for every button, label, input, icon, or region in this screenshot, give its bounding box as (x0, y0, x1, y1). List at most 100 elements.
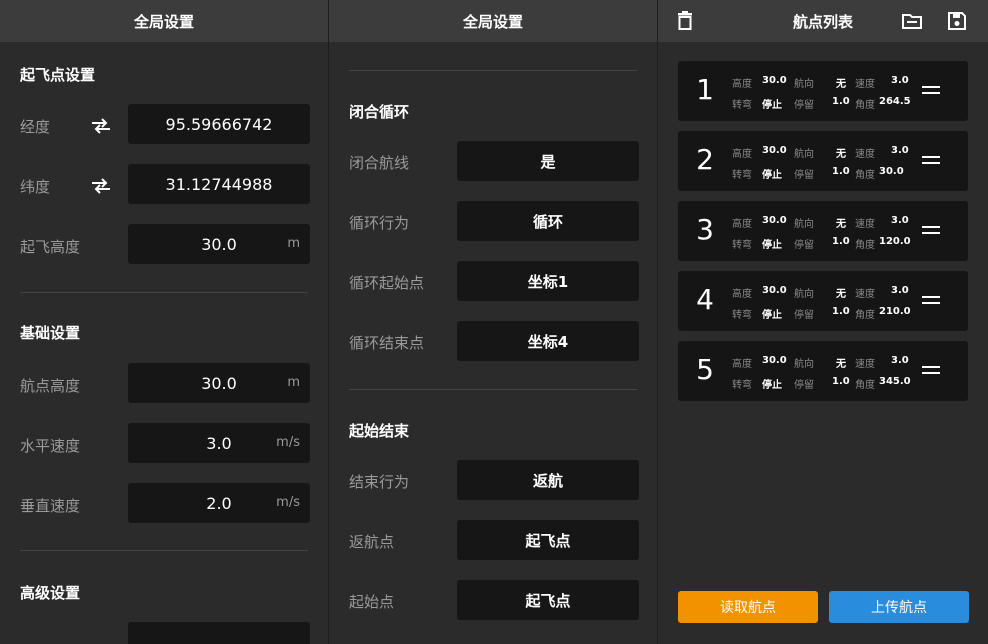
turn-value: 停止 (762, 170, 782, 181)
angle-value: 345.0 (879, 376, 911, 387)
section-takeoff: 起飞点设置 (20, 66, 96, 84)
angle-label: 角度 (855, 100, 875, 111)
heading-value: 无 (836, 359, 846, 370)
unit-label: m/s (276, 435, 300, 450)
drag-handle-icon[interactable] (922, 226, 940, 236)
loop-end-label: 循环结束点 (349, 334, 425, 352)
horizontal-speed-input[interactable]: 3.0 m/s (128, 423, 310, 463)
unit-label: m/s (276, 495, 300, 510)
drag-handle-icon[interactable] (922, 366, 940, 376)
hover-value: 1.0 (832, 96, 850, 107)
heading-label: 航向 (794, 359, 814, 370)
angle-value: 264.5 (879, 96, 911, 107)
takeoff-altitude-label: 起飞高度 (20, 238, 81, 256)
folder-icon[interactable] (901, 10, 923, 32)
height-label: 高度 (732, 219, 752, 230)
advanced-field-partial[interactable] (128, 622, 310, 644)
upload-waypoints-button[interactable]: 上传航点 (829, 591, 969, 623)
loop-start-label: 循环起始点 (349, 274, 425, 292)
return-point-label: 返航点 (349, 533, 395, 551)
waypoint-number: 4 (696, 283, 714, 316)
turn-value: 停止 (762, 310, 782, 321)
drag-handle-icon[interactable] (922, 296, 940, 306)
speed-label: 速度 (855, 289, 875, 300)
drag-handle-icon[interactable] (922, 156, 940, 166)
turn-value: 停止 (762, 240, 782, 251)
waypoint-altitude-value: 30.0 (201, 373, 237, 393)
turn-label: 转弯 (732, 240, 752, 251)
heading-value: 无 (836, 149, 846, 160)
waypoint-item[interactable]: 2 高度 30.0 航向 无速度 3.0 转弯 停止 停留 1.0 角度 30.0 (678, 131, 968, 191)
waypoint-number: 2 (696, 143, 714, 176)
return-point-select[interactable]: 起飞点 (457, 520, 639, 560)
speed-value: 3.0 (891, 145, 909, 156)
waypoint-altitude-label: 航点高度 (20, 377, 81, 395)
height-label: 高度 (732, 289, 752, 300)
height-value: 30.0 (762, 285, 787, 296)
horizontal-speed-label: 水平速度 (20, 437, 81, 455)
loop-behavior-select[interactable]: 循环 (457, 201, 639, 241)
closed-route-select[interactable]: 是 (457, 141, 639, 181)
section-advanced: 高级设置 (20, 584, 81, 602)
panel-title: 全局设置 (462, 12, 523, 31)
closed-route-label: 闭合航线 (349, 154, 410, 172)
read-waypoints-button[interactable]: 读取航点 (678, 591, 818, 623)
start-point-select[interactable]: 起飞点 (457, 580, 639, 620)
swap-icon[interactable] (90, 117, 112, 135)
swap-icon[interactable] (90, 177, 112, 195)
trash-icon[interactable] (674, 10, 696, 32)
turn-label: 转弯 (732, 380, 752, 391)
global-settings-panel-middle: 全局设置 闭合循环 闭合航线 是 循环行为 循环 循环起始点 坐标1 循环结束点… (328, 0, 657, 644)
unit-label: m (287, 236, 300, 251)
longitude-value: 95.59666742 (165, 114, 273, 134)
loop-start-select[interactable]: 坐标1 (457, 261, 639, 301)
latitude-input[interactable]: 31.12744988 (128, 164, 310, 204)
hover-value: 1.0 (832, 166, 850, 177)
hover-label: 停留 (794, 310, 814, 321)
height-label: 高度 (732, 359, 752, 370)
waypoint-item[interactable]: 1 高度 30.0 航向 无速度 3.0 转弯 停止 停留 1.0 角度 264.5 (678, 61, 968, 121)
end-behavior-select[interactable]: 返航 (457, 460, 639, 500)
waypoint-list-panel: 航点列表 1 高度 30.0 航向无速度 3.0 转弯 停止 停留 1.0 角度 264.5 2 高度 3… (657, 0, 988, 644)
speed-label: 速度 (855, 79, 875, 90)
panel-header: 全局设置 (329, 0, 657, 42)
end-behavior-label: 结束行为 (349, 473, 410, 491)
angle-value: 120.0 (879, 236, 911, 247)
heading-value: 无 (836, 219, 846, 230)
horizontal-speed-value: 3.0 (206, 433, 232, 453)
angle-value: 30.0 (879, 166, 904, 177)
longitude-input[interactable]: 95.59666742 (128, 104, 310, 144)
speed-value: 3.0 (891, 75, 909, 86)
heading-value: 无 (836, 79, 846, 90)
speed-label: 速度 (855, 149, 875, 160)
speed-value: 3.0 (891, 215, 909, 226)
save-icon[interactable] (946, 10, 968, 32)
height-value: 30.0 (762, 145, 787, 156)
height-label: 高度 (732, 79, 752, 90)
turn-value: 停止 (762, 380, 782, 391)
drag-handle-icon[interactable] (922, 86, 940, 96)
hover-label: 停留 (794, 170, 814, 181)
waypoint-altitude-input[interactable]: 30.0 m (128, 363, 310, 403)
waypoint-item[interactable]: 4 高度 30.0 航向 无速度 3.0 转弯 停止 停留 1.0 角度 210.0 (678, 271, 968, 331)
heading-label: 航向 (794, 149, 814, 160)
takeoff-altitude-input[interactable]: 30.0 m (128, 224, 310, 264)
divider (349, 70, 637, 71)
waypoint-item[interactable]: 3 高度 30.0 航向 无速度 3.0 转弯 停止 停留 1.0 角度 120.0 (678, 201, 968, 261)
height-value: 30.0 (762, 215, 787, 226)
waypoint-item[interactable]: 5 高度 30.0 航向 无速度 3.0 转弯 停止 停留 1.0 角度 345.0 (678, 341, 968, 401)
divider (20, 292, 308, 293)
panel-header: 全局设置 (0, 0, 328, 42)
heading-value: 无 (836, 289, 846, 300)
waypoint-number: 5 (696, 353, 714, 386)
longitude-label: 经度 (20, 118, 51, 136)
angle-label: 角度 (855, 240, 875, 251)
hover-value: 1.0 (832, 306, 850, 317)
loop-behavior-label: 循环行为 (349, 214, 410, 232)
turn-label: 转弯 (732, 100, 752, 111)
latitude-label: 纬度 (20, 178, 51, 196)
loop-end-select[interactable]: 坐标4 (457, 321, 639, 361)
start-point-label: 起始点 (349, 593, 395, 611)
vertical-speed-input[interactable]: 2.0 m/s (128, 483, 310, 523)
panel-title: 全局设置 (133, 12, 194, 31)
